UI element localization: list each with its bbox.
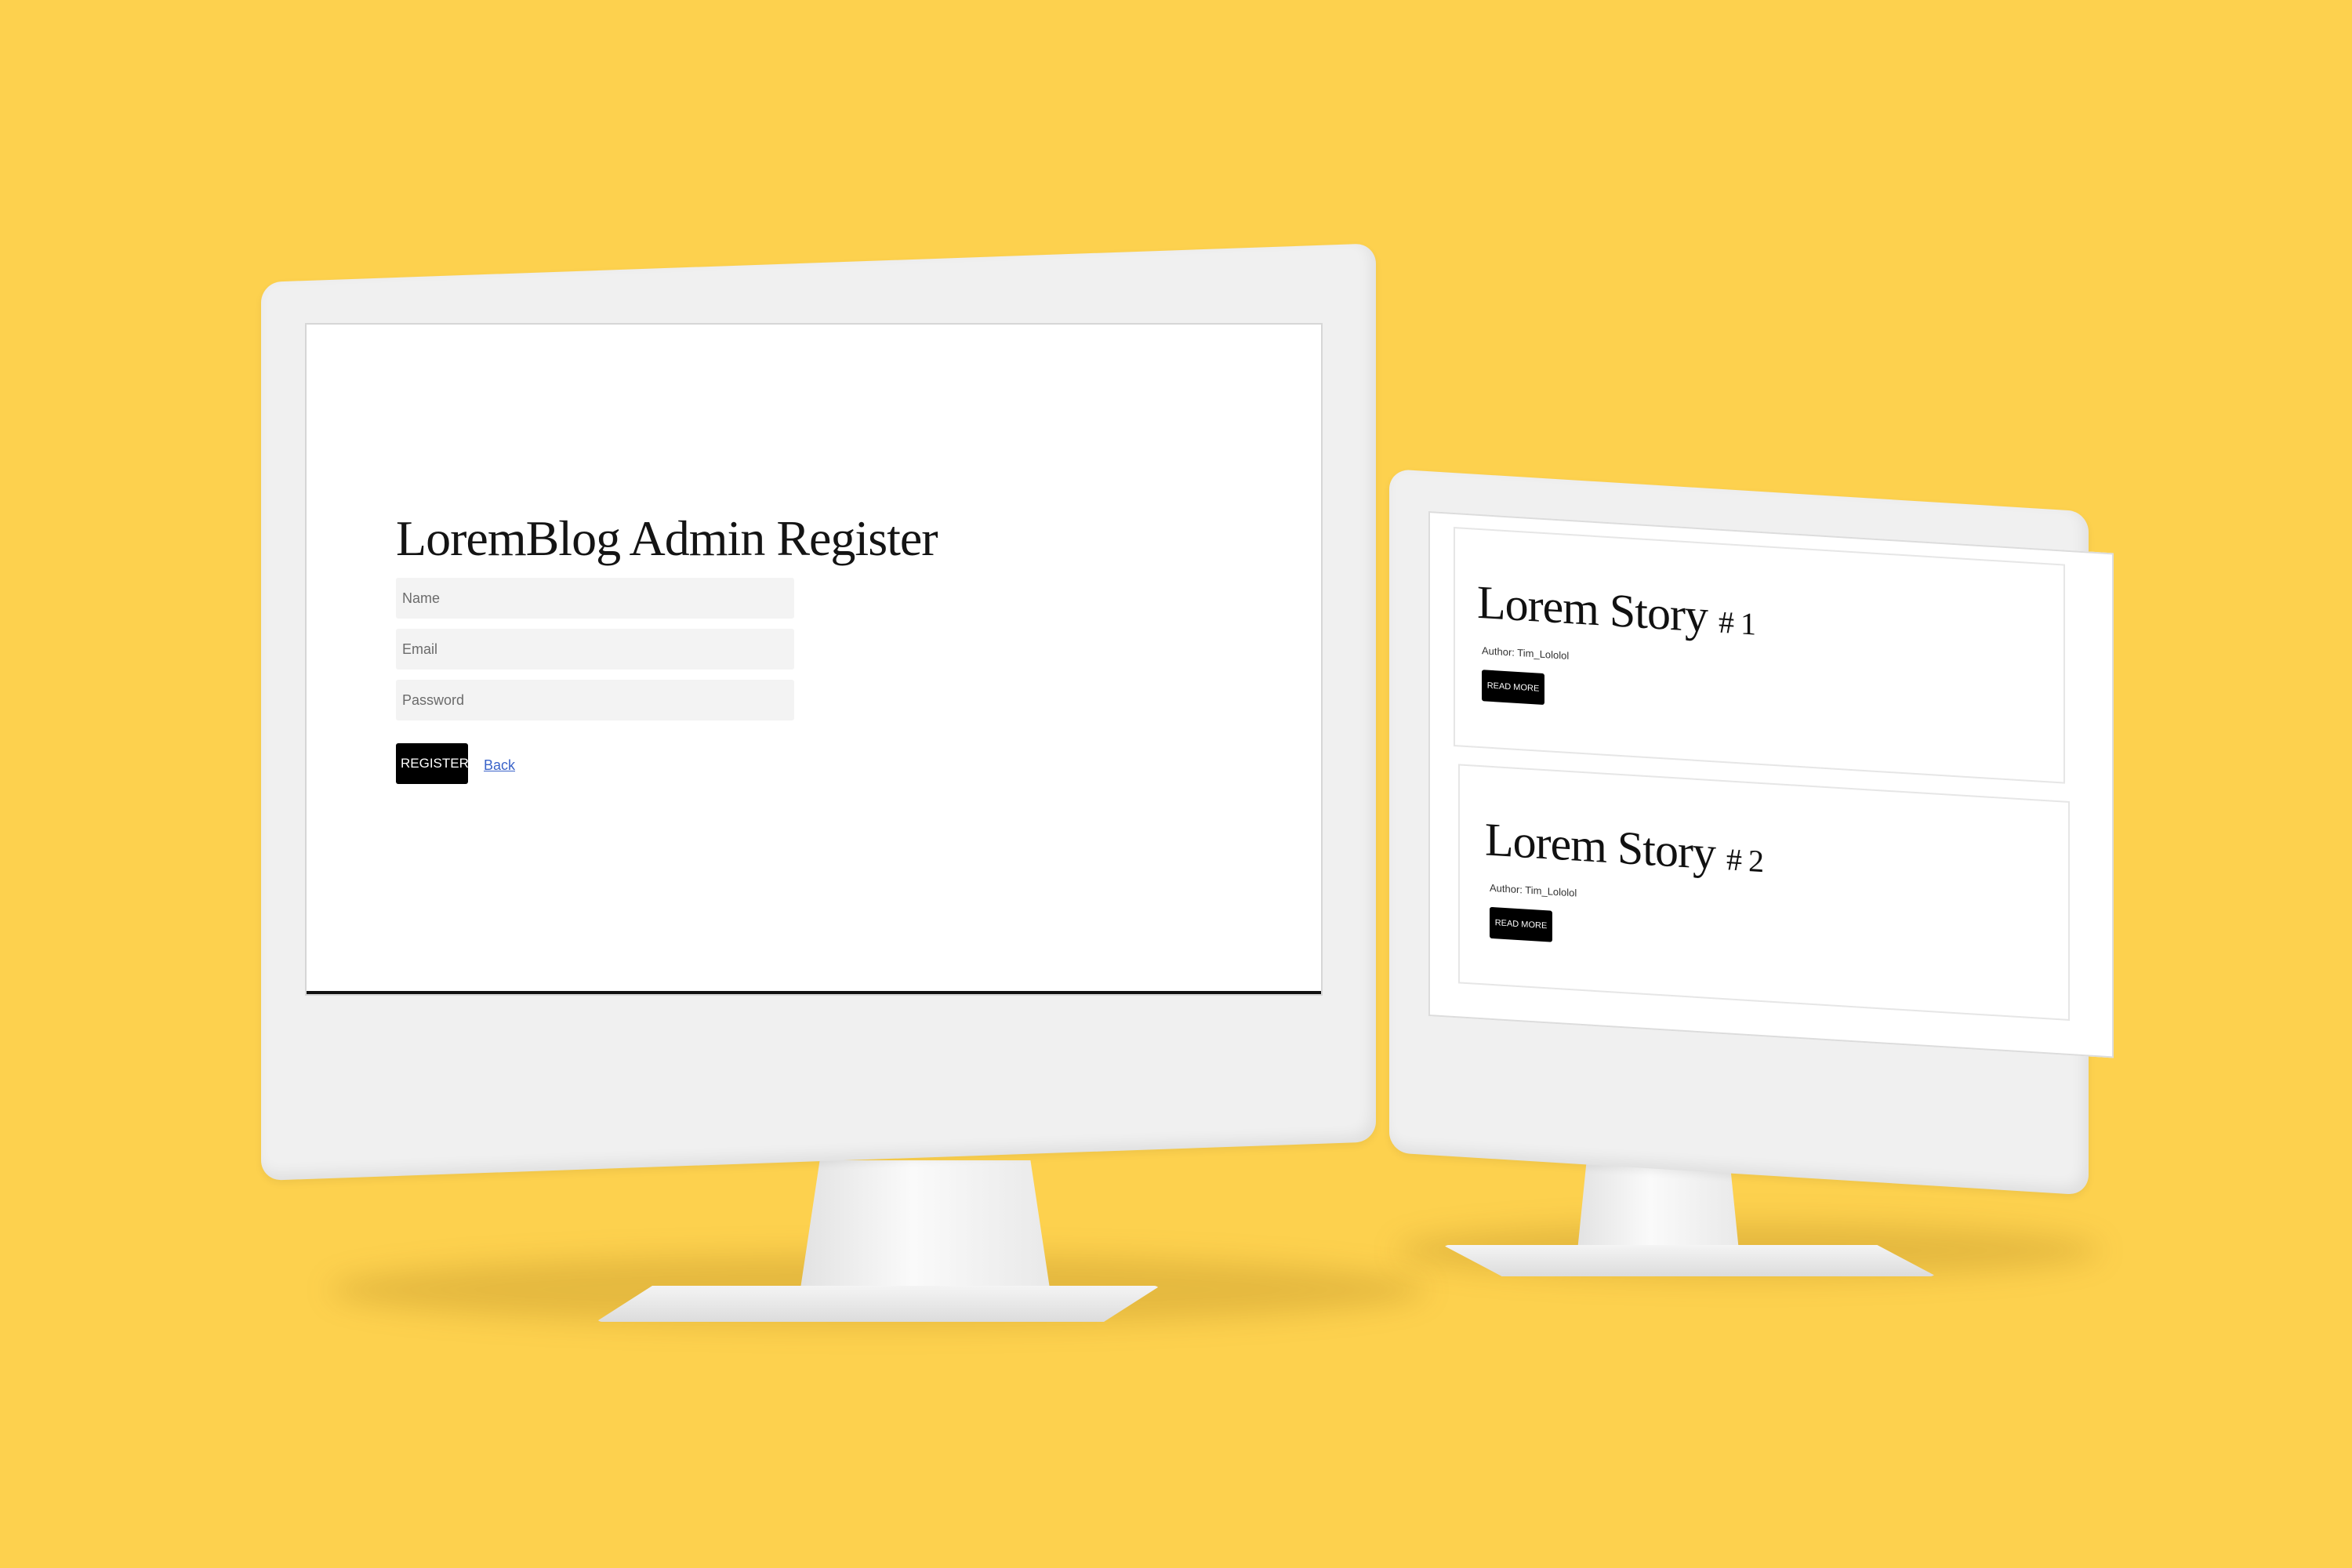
story-title: Lorem Story # 1 [1477, 575, 1755, 647]
story-number: # 1 [1718, 604, 1755, 642]
read-more-button[interactable]: READ MORE [1490, 906, 1552, 942]
story-card: Lorem Story # 2 Author: Tim_Lololol READ… [1458, 764, 2070, 1022]
story-title: Lorem Story # 2 [1485, 812, 1763, 884]
story-number: # 2 [1726, 841, 1763, 880]
story-author: Author: Tim_Lololol [1482, 644, 1570, 662]
story-card: Lorem Story # 1 Author: Tim_Lololol READ… [1454, 526, 2065, 784]
story-author: Author: Tim_Lololol [1490, 881, 1577, 899]
right-monitor-base [1443, 1245, 1936, 1276]
right-monitor: Lorem Story # 1 Author: Tim_Lololol READ… [0, 0, 2352, 1568]
read-more-button[interactable]: READ MORE [1482, 670, 1544, 706]
story-title-text: Lorem Story [1485, 813, 1715, 880]
story-title-text: Lorem Story [1477, 575, 1708, 642]
stories-screen: Lorem Story # 1 Author: Tim_Lololol READ… [1428, 511, 2114, 1058]
